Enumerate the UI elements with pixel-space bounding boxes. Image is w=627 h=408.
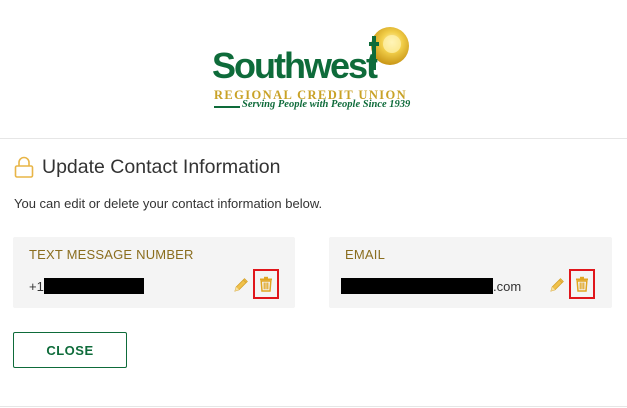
- delete-text-number-button[interactable]: [253, 269, 279, 299]
- header: Southwest REGIONAL CREDIT UNION Serving …: [0, 0, 627, 139]
- phone-prefix: +1: [29, 278, 44, 294]
- divider: [0, 406, 627, 407]
- edit-text-number-button[interactable]: [232, 276, 250, 294]
- text-message-card: TEXT MESSAGE NUMBER +1: [13, 237, 295, 308]
- close-button[interactable]: CLOSE: [13, 332, 127, 368]
- delete-email-button[interactable]: [569, 269, 595, 299]
- redacted-email: [341, 278, 493, 294]
- email-card: EMAIL .com: [329, 237, 612, 308]
- page-title: Update Contact Information: [42, 155, 281, 178]
- tagline-rule: [214, 106, 240, 108]
- text-message-label: TEXT MESSAGE NUMBER: [29, 247, 194, 262]
- trash-icon: [576, 276, 588, 292]
- title-row: Update Contact Information: [14, 154, 280, 180]
- pencil-icon: [234, 278, 248, 292]
- lock-icon: [14, 156, 34, 178]
- edit-email-button[interactable]: [548, 276, 566, 294]
- trash-icon: [260, 276, 272, 292]
- email-value: .com: [341, 277, 521, 295]
- redacted-phone: [43, 278, 144, 294]
- logo-tagline: Serving People with People Since 1939: [242, 99, 411, 110]
- logo-wordmark: Southwest: [212, 45, 378, 86]
- text-message-value: +1: [29, 277, 144, 295]
- pencil-icon: [550, 278, 564, 292]
- intro-text: You can edit or delete your contact info…: [14, 196, 323, 211]
- southwest-logo: Southwest REGIONAL CREDIT UNION Serving …: [212, 26, 412, 112]
- update-contact-page: Southwest REGIONAL CREDIT UNION Serving …: [0, 0, 627, 408]
- email-label: EMAIL: [345, 247, 386, 262]
- email-suffix: .com: [493, 278, 522, 294]
